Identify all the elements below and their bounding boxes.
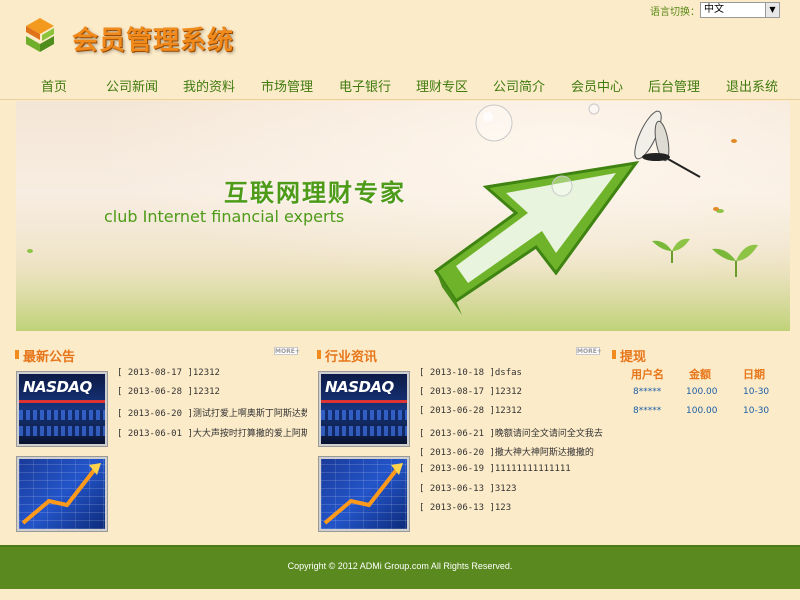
nasdaq-image: NASDAQ bbox=[321, 374, 407, 444]
banner-subline: club Internet financial experts bbox=[104, 207, 345, 226]
site-title: 会员管理系统 bbox=[72, 26, 235, 56]
ticker-strip bbox=[19, 426, 105, 436]
nav-item-my-profile[interactable]: 我的资料 bbox=[183, 76, 235, 95]
announcements-thumb-2[interactable] bbox=[16, 456, 108, 532]
industry-item[interactable]: [ 2013-06-13 ]123 bbox=[419, 503, 604, 513]
ticker-strip bbox=[19, 410, 105, 420]
bullet-icon bbox=[612, 350, 616, 359]
announcement-item[interactable]: [ 2013-08-17 ]12312 bbox=[117, 368, 307, 378]
industry-item[interactable]: [ 2013-06-20 ]撒大神大神阿斯达撒撒的 bbox=[419, 445, 604, 458]
language-select-value: 中文 bbox=[704, 4, 724, 15]
bullet-icon bbox=[317, 350, 321, 359]
nav-item-market[interactable]: 市场管理 bbox=[261, 76, 313, 95]
industry-title: 行业资讯 bbox=[325, 350, 378, 365]
language-select[interactable]: 中文 ▼ bbox=[700, 2, 780, 18]
bullet-icon bbox=[15, 350, 19, 359]
main-nav: 首页 公司新闻 我的资料 市场管理 电子银行 理财专区 公司简介 会员中心 后台… bbox=[0, 70, 800, 100]
industry-item[interactable]: [ 2013-06-13 ]3123 bbox=[419, 484, 604, 494]
withdraw-cell-username: 8***** bbox=[633, 406, 662, 416]
ticker-strip bbox=[321, 410, 407, 420]
withdraw-cell-amount: 100.00 bbox=[686, 387, 718, 397]
announcement-item[interactable]: [ 2013-06-28 ]12312 bbox=[117, 387, 307, 397]
withdraw-col-username: 用户名 bbox=[631, 368, 664, 381]
stock-chart-image bbox=[321, 459, 407, 529]
withdraw-cell-amount: 100.00 bbox=[686, 406, 718, 416]
nav-item-member-center[interactable]: 会员中心 bbox=[571, 76, 623, 95]
nasdaq-logo-text: NASDAQ bbox=[23, 378, 92, 396]
withdraw-title: 提现 bbox=[620, 350, 647, 365]
hero-banner: 互联网理财专家 club Internet financial experts bbox=[16, 101, 790, 331]
red-line bbox=[321, 400, 407, 403]
announcement-item[interactable]: [ 2013-06-01 ]大大声按时打算撒的爱上阿斯 bbox=[117, 426, 307, 439]
announcements-thumb-1[interactable]: NASDAQ bbox=[16, 371, 108, 447]
industry-thumb-1[interactable]: NASDAQ bbox=[318, 371, 410, 447]
nav-item-company-news[interactable]: 公司新闻 bbox=[106, 76, 158, 95]
nav-item-admin[interactable]: 后台管理 bbox=[648, 76, 700, 95]
withdraw-cell-date: 10-30 bbox=[743, 406, 770, 416]
withdraw-col-amount: 金额 bbox=[689, 368, 711, 381]
nasdaq-image: NASDAQ bbox=[19, 374, 105, 444]
announcement-item[interactable]: [ 2013-06-20 ]测试打爱上啊奥斯丁阿斯达数 bbox=[117, 406, 307, 419]
banner-headline: 互联网理财专家 bbox=[224, 179, 406, 207]
industry-thumb-2[interactable] bbox=[318, 456, 410, 532]
withdraw-cell-username: 8***** bbox=[633, 387, 662, 397]
stock-chart-image bbox=[19, 459, 105, 529]
ticker-strip bbox=[321, 426, 407, 436]
announcements-header: 最新公告 bbox=[15, 346, 135, 365]
footer: Copyright © 2012 ADMi Group.com All Righ… bbox=[0, 545, 800, 589]
header: 会员管理系统 语言切换： 中文 ▼ bbox=[0, 0, 800, 70]
rising-arrow-icon bbox=[21, 463, 101, 525]
industry-item[interactable]: [ 2013-06-28 ]12312 bbox=[419, 406, 604, 416]
footer-copyright: Copyright © 2012 ADMi Group.com All Righ… bbox=[287, 561, 513, 571]
nav-item-home[interactable]: 首页 bbox=[41, 76, 67, 95]
withdraw-cell-date: 10-30 bbox=[743, 387, 770, 397]
industry-item[interactable]: [ 2013-06-19 ]11111111111111 bbox=[419, 464, 604, 474]
announcements-more-button[interactable]: MORE+ bbox=[274, 347, 300, 355]
industry-header: 行业资讯 bbox=[317, 346, 437, 365]
announcements-title: 最新公告 bbox=[23, 350, 76, 365]
bottom-strip bbox=[0, 589, 800, 600]
nasdaq-logo-text: NASDAQ bbox=[325, 378, 394, 396]
nav-item-ebank[interactable]: 电子银行 bbox=[339, 76, 391, 95]
rising-arrow-icon bbox=[323, 463, 403, 525]
nav-item-about[interactable]: 公司简介 bbox=[493, 76, 545, 95]
nav-item-finance[interactable]: 理财专区 bbox=[416, 76, 468, 95]
withdraw-col-date: 日期 bbox=[743, 368, 765, 381]
withdraw-header: 提现 bbox=[612, 346, 692, 365]
language-label: 语言切换： bbox=[650, 7, 700, 18]
industry-item[interactable]: [ 2013-08-17 ]12312 bbox=[419, 387, 604, 397]
red-line bbox=[19, 400, 105, 403]
industry-more-button[interactable]: MORE+ bbox=[576, 347, 602, 355]
industry-item[interactable]: [ 2013-06-21 ]晚额请问全文请问全文我去 bbox=[419, 426, 604, 439]
logo-icon bbox=[26, 18, 54, 52]
chevron-down-icon[interactable]: ▼ bbox=[765, 3, 779, 17]
nav-item-logout[interactable]: 退出系统 bbox=[726, 76, 778, 95]
industry-item[interactable]: [ 2013-10-18 ]dsfas bbox=[419, 368, 604, 378]
